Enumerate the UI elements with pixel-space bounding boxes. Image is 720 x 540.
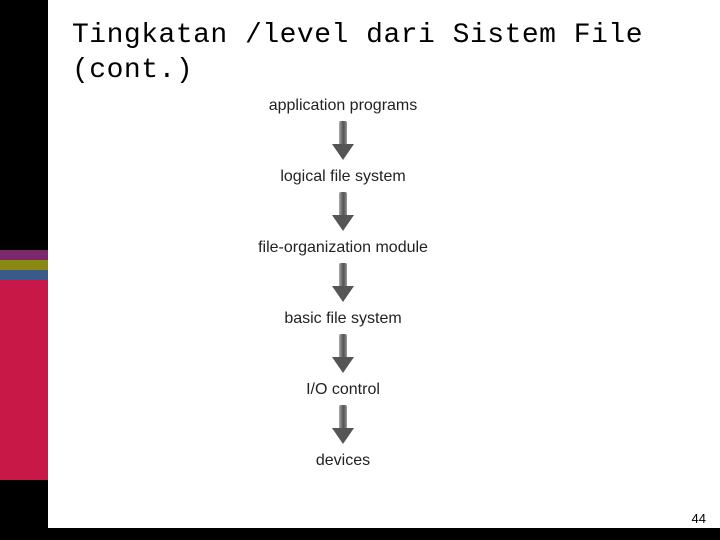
layer-basic-file-system: basic file system [284,310,401,328]
down-arrow-icon [332,263,354,302]
slide-title: Tingkatan /level dari Sistem File(cont.) [48,0,720,88]
accent-bar [0,280,48,480]
layer-application-programs: application programs [269,97,418,115]
accent-bar [0,270,48,280]
accent-bar [0,260,48,270]
page-number: 44 [692,511,706,526]
layer-logical-file-system: logical file system [280,168,405,186]
down-arrow-icon [332,121,354,160]
slide-body: Tingkatan /level dari Sistem File(cont.)… [48,0,720,528]
accent-bar [0,250,48,260]
down-arrow-icon [332,334,354,373]
down-arrow-icon [332,405,354,444]
down-arrow-icon [332,192,354,231]
layer-devices: devices [316,452,370,470]
layer-file-organization-module: file-organization module [258,239,428,257]
layer-io-control: I/O control [306,381,380,399]
left-accent-bars [0,250,48,480]
file-system-layers-diagram: application programs logical file system… [228,95,458,474]
